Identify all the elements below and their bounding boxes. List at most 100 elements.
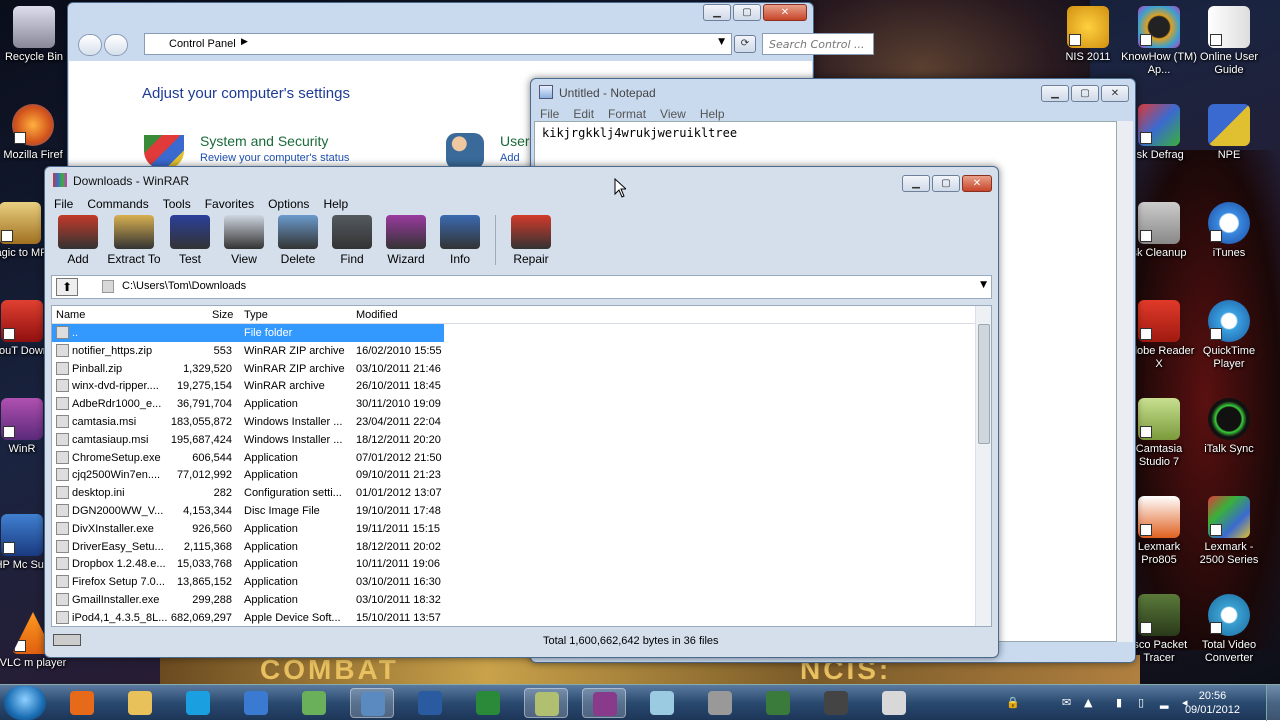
- maximize-button[interactable]: ▢: [1071, 85, 1099, 102]
- battery-icon[interactable]: ▯: [1138, 696, 1150, 709]
- taskbar-app-button[interactable]: [234, 688, 278, 718]
- column-modified[interactable]: Modified: [356, 309, 398, 321]
- minimize-button[interactable]: ▁: [1041, 85, 1069, 102]
- taskbar-app-button[interactable]: [640, 688, 684, 718]
- signal-icon[interactable]: ▂: [1160, 696, 1172, 709]
- user-accounts-link[interactable]: User: [500, 133, 530, 149]
- maximize-button[interactable]: ▢: [932, 175, 960, 192]
- desktop-icon-italk-sync[interactable]: iTalk Sync: [1191, 398, 1267, 456]
- toolbar-add-button[interactable]: Add: [51, 215, 105, 269]
- taskbar-app-button[interactable]: [60, 688, 104, 718]
- taskbar-app-button[interactable]: [176, 688, 220, 718]
- start-button[interactable]: [4, 686, 46, 720]
- taskbar-app-button[interactable]: [350, 688, 394, 718]
- desktop-icon-quicktime[interactable]: QuickTime Player: [1191, 300, 1267, 371]
- taskbar-app-button[interactable]: [408, 688, 452, 718]
- breadcrumb[interactable]: Control Panel: [169, 38, 236, 50]
- forward-button[interactable]: [104, 34, 128, 56]
- usb-icon[interactable]: ▮: [1116, 696, 1128, 709]
- file-row[interactable]: DriverEasy_Setu... 2,115,368 Application 18…: [52, 538, 444, 556]
- file-row[interactable]: iPod4,1_4.3.5_8L... 682,069,297 Apple Devi…: [52, 609, 444, 626]
- toolbar-find-button[interactable]: Find: [325, 215, 379, 269]
- maximize-button[interactable]: ▢: [733, 4, 761, 21]
- column-name[interactable]: Name: [56, 309, 85, 321]
- system-security-sublink[interactable]: Review your computer's status: [200, 152, 349, 164]
- close-button[interactable]: ✕: [962, 175, 992, 192]
- vertical-scrollbar[interactable]: [1117, 121, 1133, 642]
- mail-icon[interactable]: ✉: [1062, 696, 1074, 709]
- file-row[interactable]: camtasiaup.msi 195,687,424 Windows Install…: [52, 431, 444, 449]
- desktop-icon-nis-2011[interactable]: NIS 2011: [1050, 6, 1126, 64]
- taskbar-app-button[interactable]: [292, 688, 336, 718]
- taskbar-app-button[interactable]: [524, 688, 568, 718]
- file-row[interactable]: ChromeSetup.exe 606,544 Application 07/01/2…: [52, 449, 444, 467]
- chevron-down-icon[interactable]: ▼: [980, 280, 987, 290]
- taskbar-app-button[interactable]: [466, 688, 510, 718]
- system-security-link[interactable]: System and Security: [200, 133, 328, 149]
- column-type[interactable]: Type: [244, 309, 268, 321]
- desktop-icon-knowhow[interactable]: KnowHow (TM) Ap...: [1121, 6, 1197, 77]
- desktop-icon-total-video-converter[interactable]: Total Video Converter: [1191, 594, 1267, 665]
- vertical-scrollbar[interactable]: [975, 306, 991, 626]
- file-row[interactable]: cjq2500Win7en.... 77,012,992 Application 09…: [52, 466, 444, 484]
- desktop-icon-lexmark-2500[interactable]: Lexmark - 2500 Series: [1191, 496, 1267, 567]
- lock-icon[interactable]: 🔒: [1006, 696, 1020, 709]
- file-row[interactable]: AdbeRdr1000_e... 36,791,704 Application 30/…: [52, 395, 444, 413]
- clock[interactable]: 20:56 09/01/2012: [1185, 689, 1240, 717]
- refresh-button[interactable]: ⟳: [734, 35, 756, 53]
- desktop-icon-firefox[interactable]: Mozilla Firef: [0, 104, 71, 162]
- desktop-icon-npe[interactable]: NPE: [1191, 104, 1267, 162]
- winrar-titlebar[interactable]: Downloads - WinRAR: [45, 167, 998, 193]
- taskbar-app-button[interactable]: [698, 688, 742, 718]
- file-row[interactable]: notifier_https.zip 553 WinRAR ZIP archive 1…: [52, 342, 444, 360]
- toolbar-info-button[interactable]: Info: [433, 215, 487, 269]
- toolbar-view-button[interactable]: View: [217, 215, 271, 269]
- file-row[interactable]: DivXInstaller.exe 926,560 Application 19/11…: [52, 520, 444, 538]
- menu-options[interactable]: Options: [261, 195, 316, 213]
- menu-favorites[interactable]: Favorites: [198, 195, 261, 213]
- file-list[interactable]: Name Size Type Modified .. File folder not…: [51, 305, 992, 627]
- toolbar-delete-button[interactable]: Delete: [271, 215, 325, 269]
- toolbar-wizard-button[interactable]: Wizard: [379, 215, 433, 269]
- up-folder-button[interactable]: ⬆: [56, 278, 78, 296]
- taskbar-app-button[interactable]: [582, 688, 626, 718]
- chevron-down-icon[interactable]: ▼: [718, 37, 725, 47]
- column-size[interactable]: Size: [212, 309, 233, 321]
- menu-commands[interactable]: Commands: [80, 195, 155, 213]
- menu-help[interactable]: Help: [316, 195, 355, 213]
- taskbar-app-button[interactable]: [756, 688, 800, 718]
- minimize-button[interactable]: ▁: [902, 175, 930, 192]
- file-row[interactable]: winx-dvd-ripper.... 19,275,154 WinRAR arch…: [52, 377, 444, 395]
- file-row[interactable]: .. File folder: [52, 324, 444, 342]
- minimize-button[interactable]: ▁: [703, 4, 731, 21]
- file-row[interactable]: DGN2000WW_V... 4,153,344 Disc Image File 19…: [52, 502, 444, 520]
- file-row[interactable]: Pinball.zip 1,329,520 WinRAR ZIP archive 03…: [52, 360, 444, 378]
- file-row[interactable]: camtasia.msi 183,055,872 Windows Installer…: [52, 413, 444, 431]
- taskbar-app-button[interactable]: [118, 688, 162, 718]
- path-bar[interactable]: ⬆ C:\Users\Tom\Downloads ▼: [51, 275, 992, 299]
- network-icon[interactable]: ▲: [1084, 696, 1096, 709]
- desktop-icon-online-user-guide[interactable]: Online User Guide: [1191, 6, 1267, 77]
- close-button[interactable]: ✕: [1101, 85, 1129, 102]
- taskbar-app-button[interactable]: [814, 688, 858, 718]
- file-row[interactable]: Firefox Setup 7.0... 13,865,152 Applicatio…: [52, 573, 444, 591]
- toolbar-test-button[interactable]: Test: [163, 215, 217, 269]
- current-path[interactable]: C:\Users\Tom\Downloads: [122, 280, 246, 292]
- show-desktop-button[interactable]: [1266, 685, 1280, 721]
- file-row[interactable]: desktop.ini 282 Configuration setti... 01/0…: [52, 484, 444, 502]
- file-row[interactable]: GmailInstaller.exe 299,288 Application 03/1…: [52, 591, 444, 609]
- user-accounts-sublink[interactable]: Add: [500, 152, 520, 164]
- back-button[interactable]: [78, 34, 102, 56]
- menu-tools[interactable]: Tools: [156, 195, 198, 213]
- menu-file[interactable]: File: [47, 195, 80, 213]
- close-button[interactable]: ✕: [763, 4, 807, 21]
- taskbar-app-button[interactable]: [872, 688, 916, 718]
- scrollbar-thumb[interactable]: [978, 324, 990, 444]
- address-bar[interactable]: Control Panel ▶ ▼: [144, 33, 732, 55]
- toolbar-repair-button[interactable]: Repair: [504, 215, 558, 269]
- desktop-icon-recycle-bin[interactable]: Recycle Bin: [0, 6, 72, 64]
- search-input[interactable]: Search Control ...: [762, 33, 874, 55]
- desktop-icon-itunes[interactable]: iTunes: [1191, 202, 1267, 260]
- file-row[interactable]: Dropbox 1.2.48.e... 15,033,768 Application…: [52, 555, 444, 573]
- toolbar-extract-button[interactable]: Extract To: [105, 215, 163, 269]
